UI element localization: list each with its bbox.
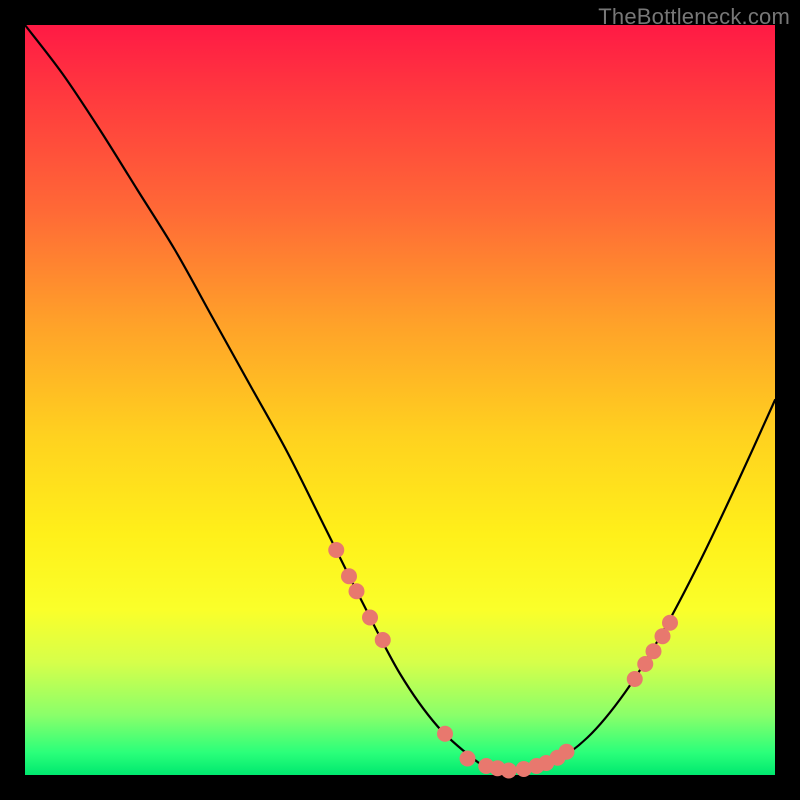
highlight-dot: [341, 568, 357, 584]
chart-svg: [25, 25, 775, 775]
highlight-dot-group: [328, 542, 678, 779]
highlight-dot: [655, 628, 671, 644]
highlight-dot: [375, 632, 391, 648]
highlight-dot: [328, 542, 344, 558]
highlight-dot: [349, 583, 365, 599]
highlight-dot: [362, 610, 378, 626]
bottleneck-curve-path: [25, 25, 775, 771]
highlight-dot: [460, 751, 476, 767]
highlight-dot: [501, 763, 517, 779]
highlight-dot: [559, 744, 575, 760]
chart-plot-area: [25, 25, 775, 775]
highlight-dot: [646, 643, 662, 659]
highlight-dot: [662, 615, 678, 631]
highlight-dot: [437, 726, 453, 742]
highlight-dot: [627, 671, 643, 687]
